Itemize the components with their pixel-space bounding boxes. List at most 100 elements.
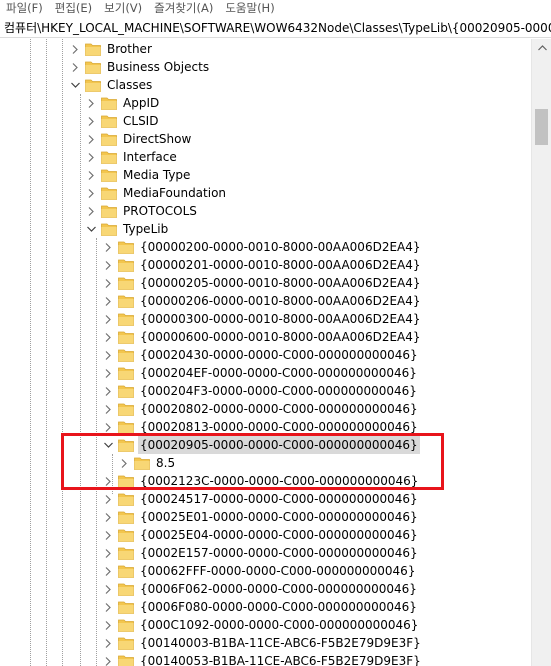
tree-node-label: AppID [123, 96, 160, 110]
tree-node[interactable]: PROTOCOLS [86, 202, 199, 220]
menu-item-4[interactable]: 도움말(H) [219, 0, 280, 17]
folder-icon [118, 526, 134, 544]
tree-node-label: Classes [107, 78, 153, 92]
tree-node[interactable]: {00024517-0000-0000-C000-000000000046} [103, 490, 420, 508]
chevron-right-icon[interactable] [86, 166, 96, 184]
tree-node-label: {00000200-0000-0010-8000-00AA006D2EA4} [140, 240, 421, 254]
chevron-down-icon[interactable] [86, 220, 96, 238]
tree-node-label: {0002123C-0000-0000-C000-000000000046} [140, 474, 419, 488]
tree-node-label: {00000206-0000-0010-8000-00AA006D2EA4} [140, 294, 421, 308]
chevron-right-icon[interactable] [103, 418, 113, 436]
chevron-right-icon[interactable] [103, 616, 113, 634]
scroll-up-arrow-icon[interactable] [532, 39, 551, 56]
folder-icon [118, 634, 134, 652]
chevron-right-icon[interactable] [103, 580, 113, 598]
folder-icon [118, 562, 134, 580]
tree-node[interactable]: {00000205-0000-0010-8000-00AA006D2EA4} [103, 274, 423, 292]
tree-node-label: TypeLib [123, 222, 169, 236]
folder-icon [118, 508, 134, 526]
registry-tree-view[interactable]: Brother Business Objects Classes AppID CLSID… [0, 39, 531, 666]
scroll-thumb[interactable] [535, 109, 548, 145]
tree-node[interactable]: {00140053-B1BA-11CE-ABC6-F5B2E79D9E3F} [103, 652, 423, 666]
chevron-right-icon[interactable] [103, 310, 113, 328]
chevron-right-icon[interactable] [103, 634, 113, 652]
folder-icon [118, 472, 134, 490]
chevron-right-icon[interactable] [103, 472, 113, 490]
tree-node[interactable]: TypeLib [86, 220, 170, 238]
chevron-right-icon[interactable] [103, 562, 113, 580]
chevron-right-icon[interactable] [86, 130, 96, 148]
tree-node[interactable]: AppID [86, 94, 161, 112]
tree-node[interactable]: {00020802-0000-0000-C000-000000000046} [103, 400, 420, 418]
tree-node[interactable]: {00000300-0000-0010-8000-00AA006D2EA4} [103, 310, 423, 328]
tree-node[interactable]: 8.5 [119, 454, 177, 472]
chevron-right-icon[interactable] [103, 238, 113, 256]
chevron-right-icon[interactable] [86, 148, 96, 166]
tree-node[interactable]: Interface [86, 148, 179, 166]
tree-node[interactable]: Classes [70, 76, 154, 94]
tree-node[interactable]: {00000200-0000-0010-8000-00AA006D2EA4} [103, 238, 423, 256]
chevron-right-icon[interactable] [103, 652, 113, 666]
tree-node[interactable]: Business Objects [70, 58, 211, 76]
tree-node[interactable]: {0006F080-0000-0000-C000-000000000046} [103, 598, 419, 616]
chevron-right-icon[interactable] [70, 58, 80, 76]
tree-node[interactable]: {000204EF-0000-0000-C000-000000000046} [103, 364, 419, 382]
chevron-right-icon[interactable] [119, 454, 129, 472]
tree-node[interactable]: {00000600-0000-0010-8000-00AA006D2EA4} [103, 328, 423, 346]
tree-node[interactable]: {0006F062-0000-0000-C000-000000000046} [103, 580, 419, 598]
folder-icon [101, 130, 117, 148]
chevron-right-icon[interactable] [103, 508, 113, 526]
tree-node-label: {000C1092-0000-0000-C000-000000000046} [140, 618, 419, 632]
vertical-scrollbar[interactable] [531, 39, 551, 666]
tree-node[interactable]: {000204F3-0000-0000-C000-000000000046} [103, 382, 419, 400]
tree-node[interactable]: CLSID [86, 112, 160, 130]
menu-item-3[interactable]: 즐겨찾기(A) [148, 0, 219, 17]
tree-node[interactable]: {00020430-0000-0000-C000-000000000046} [103, 346, 420, 364]
address-path[interactable]: 컴퓨터\HKEY_LOCAL_MACHINE\SOFTWARE\WOW6432N… [4, 20, 551, 36]
menu-item-1[interactable]: 편집(E) [49, 0, 98, 17]
chevron-right-icon[interactable] [103, 256, 113, 274]
tree-node[interactable]: DirectShow [86, 130, 193, 148]
chevron-right-icon[interactable] [86, 94, 96, 112]
tree-node[interactable]: {00000206-0000-0010-8000-00AA006D2EA4} [103, 292, 423, 310]
address-bar[interactable]: 컴퓨터\HKEY_LOCAL_MACHINE\SOFTWARE\WOW6432N… [0, 18, 551, 38]
menu-item-2[interactable]: 보기(V) [98, 0, 148, 17]
chevron-right-icon[interactable] [86, 112, 96, 130]
chevron-right-icon[interactable] [103, 490, 113, 508]
chevron-right-icon[interactable] [103, 400, 113, 418]
chevron-right-icon[interactable] [103, 292, 113, 310]
chevron-right-icon[interactable] [86, 202, 96, 220]
chevron-right-icon[interactable] [103, 526, 113, 544]
folder-icon [118, 238, 134, 256]
tree-node-selected[interactable]: {00020905-0000-0000-C000-000000000046} [103, 436, 420, 454]
tree-node[interactable]: {0002123C-0000-0000-C000-000000000046} [103, 472, 420, 490]
tree-node[interactable]: {000C1092-0000-0000-C000-000000000046} [103, 616, 420, 634]
chevron-right-icon[interactable] [103, 598, 113, 616]
tree-node[interactable]: {00025E01-0000-0000-C000-000000000046} [103, 508, 420, 526]
tree-node[interactable]: {00025E04-0000-0000-C000-000000000046} [103, 526, 420, 544]
folder-icon [118, 256, 134, 274]
menu-item-0[interactable]: 파일(F) [0, 0, 49, 17]
chevron-right-icon[interactable] [86, 184, 96, 202]
folder-icon [85, 58, 101, 76]
tree-node[interactable]: Media Type [86, 166, 192, 184]
chevron-down-icon[interactable] [103, 436, 113, 454]
chevron-right-icon[interactable] [103, 544, 113, 562]
tree-node-label: MediaFoundation [123, 186, 227, 200]
chevron-right-icon[interactable] [103, 328, 113, 346]
tree-node[interactable]: {00140003-B1BA-11CE-ABC6-F5B2E79D9E3F} [103, 634, 423, 652]
tree-node[interactable]: Brother [70, 40, 154, 58]
chevron-down-icon[interactable] [70, 76, 80, 94]
tree-node[interactable]: {0002E157-0000-0000-C000-000000000046} [103, 544, 420, 562]
chevron-right-icon[interactable] [103, 382, 113, 400]
chevron-right-icon[interactable] [103, 346, 113, 364]
tree-node[interactable]: {00000201-0000-0010-8000-00AA006D2EA4} [103, 256, 423, 274]
chevron-right-icon[interactable] [103, 364, 113, 382]
tree-node[interactable]: {00062FFF-0000-0000-C000-000000000046} [103, 562, 417, 580]
chevron-right-icon[interactable] [103, 274, 113, 292]
tree-node[interactable]: MediaFoundation [86, 184, 228, 202]
chevron-right-icon[interactable] [70, 40, 80, 58]
tree-node-label: {00000201-0000-0010-8000-00AA006D2EA4} [140, 258, 421, 272]
tree-node[interactable]: {00020813-0000-0000-C000-000000000046} [103, 418, 420, 436]
folder-icon [85, 40, 101, 58]
